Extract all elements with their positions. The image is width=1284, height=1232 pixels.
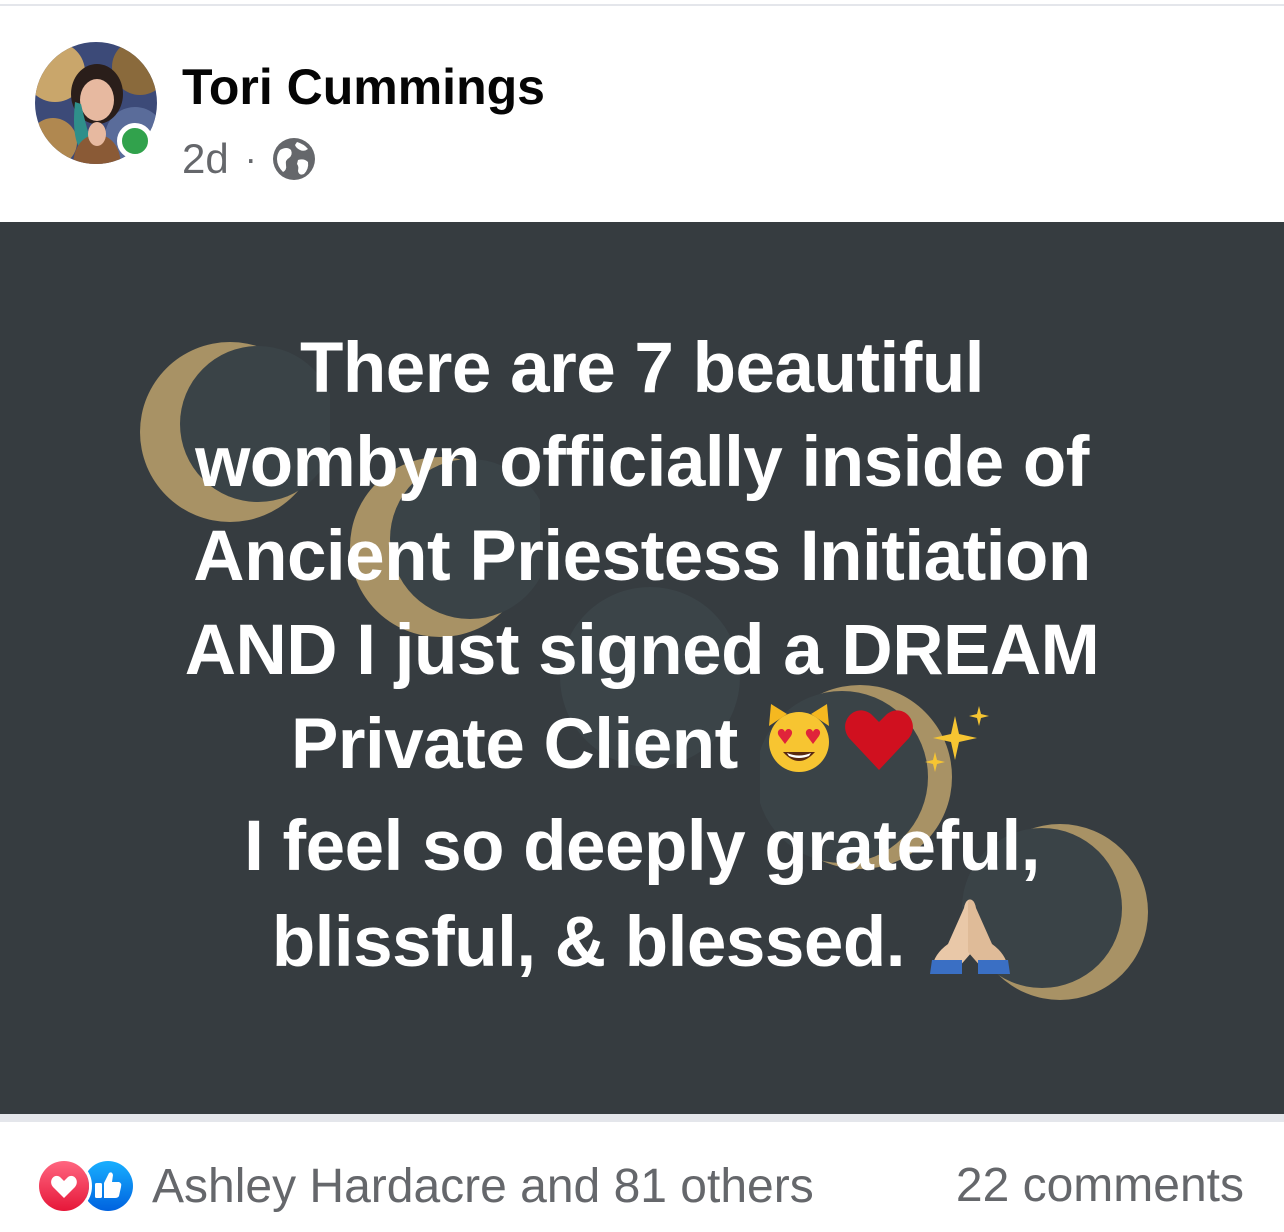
reactions-summary[interactable]: Ashley Hardacre and 81 others [36, 1158, 814, 1214]
folded-hands-icon [928, 894, 1012, 998]
post-text-line-with-emoji: blissful, & blessed. [0, 894, 1284, 998]
red-heart-icon [841, 700, 917, 800]
sparkles-icon [921, 700, 993, 800]
post-text: There are 7 beautiful wombyn officially … [0, 322, 1284, 998]
globe-icon[interactable] [271, 136, 317, 182]
post-text-line-with-emoji: Private Client [0, 698, 1284, 800]
heart-eyes-cat-icon [761, 700, 837, 800]
post-timestamp[interactable]: 2d [182, 135, 229, 183]
post-header: Tori Cummings 2d · [0, 0, 1284, 222]
post-text-line: I feel so deeply grateful, [244, 807, 1040, 886]
post-text-line: AND I just signed a DREAM [184, 611, 1100, 690]
post-image[interactable]: There are 7 beautiful wombyn officially … [0, 222, 1284, 1114]
author-name[interactable]: Tori Cummings [182, 58, 545, 116]
post-text-line: blissful, & blessed. [271, 903, 906, 982]
post-text-line: There are 7 beautiful [300, 329, 984, 408]
online-status-indicator [117, 123, 153, 159]
post-footer: Ashley Hardacre and 81 others 22 comment… [0, 1114, 1284, 1232]
footer-divider [0, 1114, 1284, 1122]
post-text-line: wombyn officially inside of [195, 423, 1089, 502]
post-meta: 2d · [182, 134, 317, 184]
post-text-line: Ancient Priestess Initiation [193, 517, 1091, 596]
post-text-line: Private Client [290, 705, 738, 784]
comments-count[interactable]: 22 comments [956, 1158, 1244, 1214]
meta-separator: · [244, 138, 257, 179]
reactors-summary-text[interactable]: Ashley Hardacre and 81 others [152, 1159, 814, 1214]
love-icon [36, 1158, 92, 1214]
